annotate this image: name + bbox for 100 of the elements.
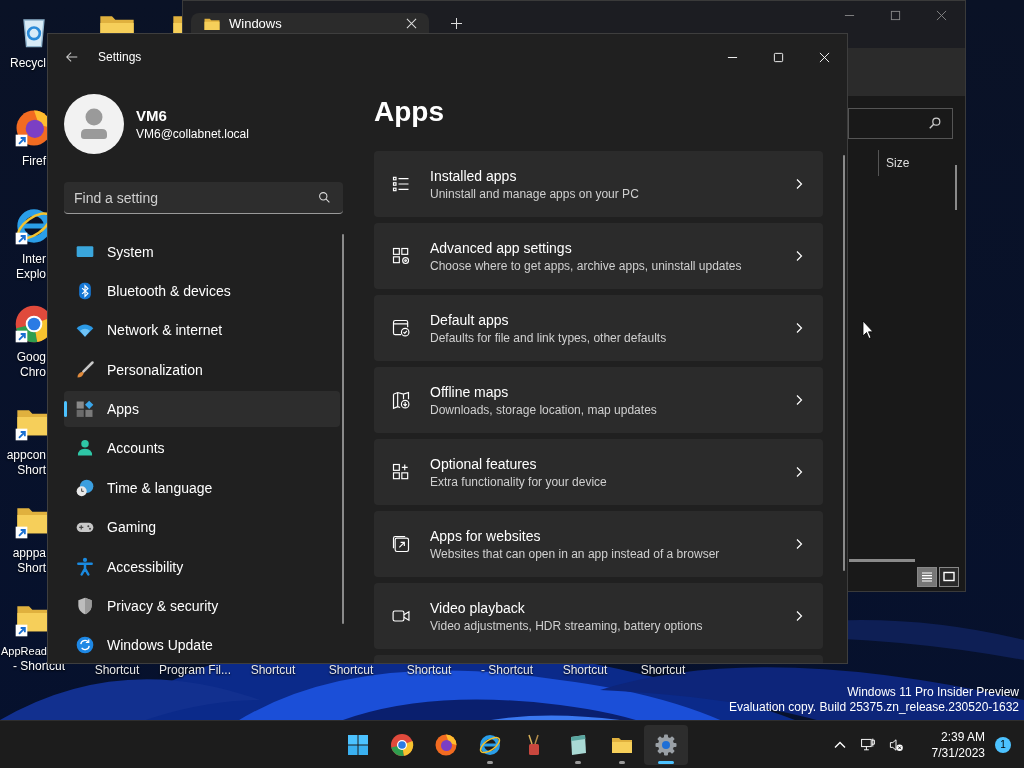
shield-icon	[75, 595, 95, 616]
card-description: Choose where to get apps, archive apps, uninstall updates	[430, 258, 743, 273]
open-window-icon	[391, 534, 411, 554]
search-field[interactable]: Find a setting	[64, 182, 343, 214]
nav-item[interactable]: System	[64, 234, 340, 270]
browser-icon	[390, 732, 414, 757]
lines-icon	[920, 570, 934, 584]
card-title: Video playback	[430, 599, 526, 616]
icon-label: Short	[17, 561, 46, 576]
network-icon[interactable]	[859, 736, 876, 753]
settings-card[interactable]: Default apps Defaults for file and link types, other defaults	[374, 295, 823, 361]
apps-icon	[75, 399, 95, 420]
card-title: Apps for websites	[430, 527, 542, 544]
window-title: Settings	[98, 50, 142, 64]
nav-item[interactable]: Apps	[64, 391, 340, 427]
user-email: VM6@collabnet.local	[136, 127, 249, 141]
card-title: Offline maps	[430, 383, 510, 400]
card-description: Defaults for file and link types, other defaults	[430, 330, 668, 345]
icon-label: Shortcut	[249, 664, 297, 677]
nav-item[interactable]: Accounts	[64, 430, 340, 467]
brush-icon	[75, 359, 95, 380]
build-info-text: Windows 11 Pro Insider Preview	[847, 685, 1019, 700]
browser-icon	[478, 732, 502, 757]
icon-label: Shortcut	[405, 664, 453, 677]
back-button[interactable]	[65, 50, 79, 64]
icon-label: apppa	[12, 546, 46, 561]
scrollbar[interactable]	[955, 165, 957, 210]
icon-label: Inter	[22, 252, 46, 267]
icon-label: Short	[17, 463, 46, 478]
icon-label: Chro	[20, 365, 46, 380]
apps-plus-icon	[391, 462, 411, 482]
card-title: Installed apps	[430, 167, 518, 184]
build-info-text: Evaluation copy. Build 25375.zn_release.230520-1632	[729, 700, 1019, 715]
card-description: Downloads, storage location, map updates	[430, 402, 658, 417]
notification-badge[interactable]: 1	[995, 736, 1011, 753]
card-title: Advanced app settings	[430, 239, 573, 256]
settings-card[interactable]: Apps for websites Websites that can open in an app instead of a browser	[374, 511, 823, 577]
map-icon	[391, 390, 411, 410]
nav-item[interactable]: Windows Update	[64, 627, 340, 663]
icon-label: Explo	[15, 267, 46, 282]
nav-item[interactable]: Time & language	[64, 470, 340, 506]
settings-card[interactable]: Video playback Video adjustments, HDR streaming, battery options	[374, 583, 823, 649]
cursor-icon	[862, 320, 874, 340]
explorer-tab[interactable]: Windows	[191, 13, 429, 34]
icon-label: Recycl	[10, 56, 46, 71]
icon-label: Goog	[16, 350, 46, 365]
nav-item[interactable]: Network & internet	[64, 312, 340, 349]
details-view-button[interactable]	[917, 567, 937, 587]
icon-label: Program Fil...	[158, 664, 232, 677]
clock-date[interactable]: 7/31/2023	[931, 744, 985, 761]
apps-gear-icon	[391, 246, 411, 266]
icon-label: appcon	[6, 448, 46, 463]
icon-label: Shortcut	[327, 664, 375, 677]
nav-item[interactable]: Gaming	[64, 509, 340, 545]
card-description: Uninstall and manage apps on your PC	[430, 186, 640, 201]
person-icon	[75, 438, 95, 459]
icon-label: Shortcut	[93, 664, 141, 677]
search-field[interactable]	[848, 107, 953, 139]
list-icon	[391, 174, 411, 194]
accessibility-icon	[75, 556, 95, 577]
search-icon	[928, 116, 942, 130]
column-header[interactable]: Size	[886, 156, 910, 170]
icon-label: - Shortcut	[13, 659, 66, 674]
tiles-view-button[interactable]	[939, 567, 959, 587]
icon-label: AppRead	[1, 644, 47, 659]
browser-icon[interactable]	[14, 206, 47, 246]
settings-card[interactable]: Installed apps Uninstall and manage apps on your PC	[374, 151, 823, 217]
new-tab-button[interactable]	[451, 18, 462, 29]
update-icon	[75, 635, 95, 656]
start-icon	[346, 732, 370, 757]
settings-card[interactable]: Offline maps Downloads, storage location, map updates	[374, 367, 823, 433]
close-icon[interactable]	[406, 18, 417, 29]
gear-icon	[654, 732, 678, 757]
icon-label: Shortcut	[561, 664, 609, 677]
settings-card[interactable]: Advanced app settings Choose where to get apps, archive apps, uninstall updates	[374, 223, 823, 289]
square-icon	[942, 570, 956, 584]
browser-icon	[434, 732, 458, 757]
card-description: Video adjustments, HDR streaming, battery options	[430, 618, 704, 633]
window-check-icon	[391, 318, 411, 338]
card-description: Extra functionality for your device	[430, 474, 608, 489]
taskbar-app[interactable]	[644, 724, 688, 765]
scrollbar[interactable]	[849, 559, 915, 562]
search-icon	[318, 191, 331, 204]
nav-item[interactable]: Bluetooth & devices	[64, 273, 340, 309]
nav-item[interactable]: Personalization	[64, 352, 340, 388]
avatar[interactable]	[64, 94, 124, 154]
scrollbar[interactable]	[843, 155, 845, 571]
nav-item[interactable]: Privacy & security	[64, 588, 340, 624]
scrollbar[interactable]	[342, 234, 344, 624]
icon-label: Firef	[22, 154, 46, 169]
speaker-muted-icon[interactable]	[887, 736, 904, 753]
card-title: Optional features	[430, 455, 538, 472]
icon-label: Shortcut	[639, 664, 687, 677]
nav-item[interactable]: Accessibility	[64, 548, 340, 585]
icon-label: - Shortcut	[480, 664, 534, 677]
page-title: Apps	[374, 95, 445, 129]
maximize-button[interactable]	[890, 10, 901, 21]
globe-clock-icon	[75, 477, 95, 498]
settings-card[interactable]: Optional features Extra functionality for your device	[374, 439, 823, 505]
clock-time[interactable]: 2:39 AM	[940, 728, 985, 745]
